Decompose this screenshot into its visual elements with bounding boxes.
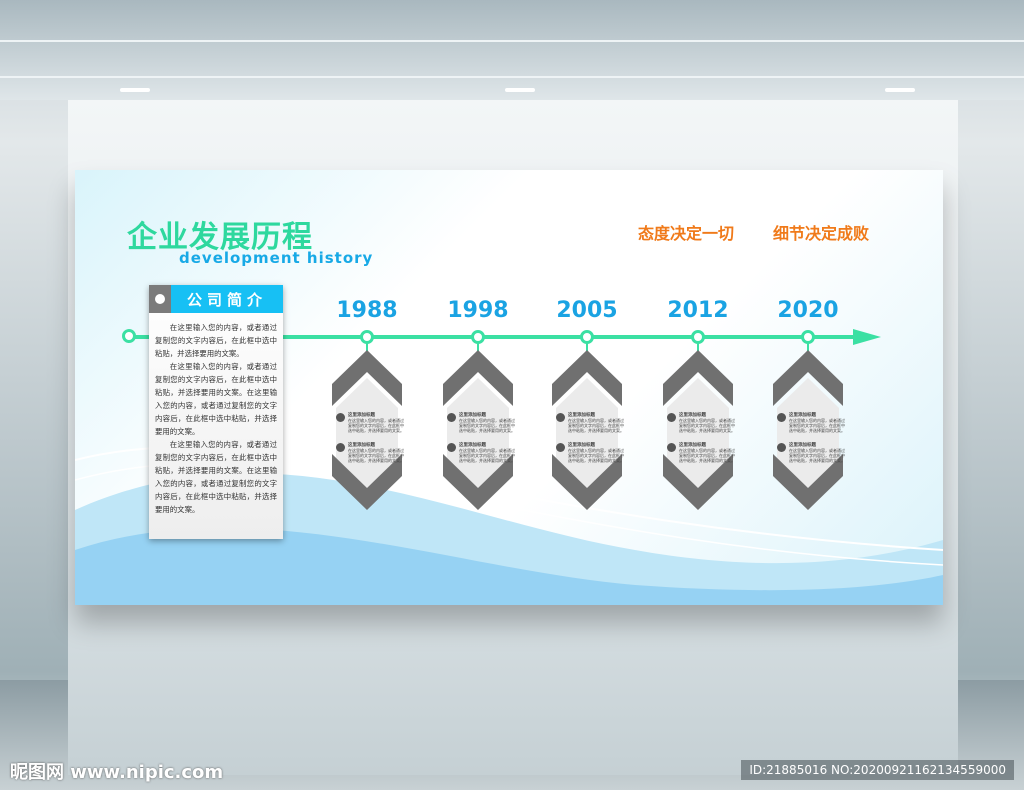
ceiling-line — [0, 76, 1024, 78]
timeline-node — [360, 330, 374, 344]
user-icon — [777, 413, 786, 422]
milestone-item: 这里添加标题 在这里输入您的内容，或者通过复制您的文字内容后，在此框中选中粘贴，并… — [667, 413, 737, 433]
ceiling-light — [505, 88, 535, 92]
milestone-item: 这里添加标题 在这里输入您的内容，或者通过复制您的文字内容后，在此框中选中粘贴，并… — [556, 413, 626, 433]
timeline-arrow-icon — [853, 329, 881, 345]
item-text: 在这里输入您的内容，或者通过复制您的文字内容后，在此框中选中粘贴，并选择要用的文… — [459, 448, 515, 463]
timeline-start — [122, 329, 136, 343]
milestone-item: 这里添加标题 在这里输入您的内容，或者通过复制您的文字内容后，在此框中选中粘贴，并… — [777, 413, 847, 433]
milestone-item: 这里添加标题 在这里输入您的内容，或者通过复制您的文字内容后，在此框中选中粘贴，并… — [336, 443, 406, 463]
milestone-item: 这里添加标题 在这里输入您的内容，或者通过复制您的文字内容后，在此框中选中粘贴，并… — [447, 413, 517, 433]
intro-paragraph: 在这里输入您的内容，或者通过复制您的文字内容后，在此框中选中粘贴，并选择要用的文… — [155, 440, 277, 514]
image-icon — [336, 443, 345, 452]
ceiling-line — [0, 40, 1024, 42]
slogan: 细节决定成败 — [773, 224, 870, 243]
item-text: 在这里输入您的内容，或者通过复制您的文字内容后，在此框中选中粘贴，并选择要用的文… — [789, 448, 845, 463]
image-icon — [447, 443, 456, 452]
intro-paragraph: 在这里输入您的内容，或者通过复制您的文字内容后，在此框中选中粘贴，并选择要用的文… — [155, 323, 277, 358]
intro-paragraph: 在这里输入您的内容，或者通过复制您的文字内容后，在此框中选中粘贴，并选择要用的文… — [155, 362, 277, 436]
item-text: 在这里输入您的内容，或者通过复制您的文字内容后，在此框中选中粘贴，并选择要用的文… — [459, 418, 515, 433]
user-icon — [556, 413, 565, 422]
item-text: 在这里输入您的内容，或者通过复制您的文字内容后，在此框中选中粘贴，并选择要用的文… — [679, 418, 735, 433]
image-icon — [556, 443, 565, 452]
user-icon — [447, 413, 456, 422]
ceiling-light — [120, 88, 150, 92]
milestone-year: 1998 — [447, 298, 509, 323]
milestone-year: 2020 — [777, 298, 839, 323]
item-text: 在这里输入您的内容，或者通过复制您的文字内容后，在此框中选中粘贴，并选择要用的文… — [568, 418, 624, 433]
milestone-year: 2005 — [556, 298, 618, 323]
item-text: 在这里输入您的内容，或者通过复制您的文字内容后，在此框中选中粘贴，并选择要用的文… — [348, 418, 404, 433]
timeline-node — [691, 330, 705, 344]
timeline-node — [801, 330, 815, 344]
item-text: 在这里输入您的内容，或者通过复制您的文字内容后，在此框中选中粘贴，并选择要用的文… — [348, 448, 404, 463]
milestone-item: 这里添加标题 在这里输入您的内容，或者通过复制您的文字内容后，在此框中选中粘贴，并… — [777, 443, 847, 463]
company-intro-card: 公司简介 在这里输入您的内容，或者通过复制您的文字内容后，在此框中选中粘贴，并选… — [149, 285, 283, 539]
milestone-year: 1988 — [336, 298, 398, 323]
intro-heading: 公司简介 — [171, 285, 283, 313]
milestone-year: 2012 — [667, 298, 729, 323]
milestone-item: 这里添加标题 在这里输入您的内容，或者通过复制您的文字内容后，在此框中选中粘贴，并… — [667, 443, 737, 463]
ceiling-light — [885, 88, 915, 92]
user-icon — [336, 413, 345, 422]
image-id: ID:21885016 NO:20200921162134559000 — [741, 760, 1014, 780]
ceiling — [0, 0, 1024, 100]
slogan: 态度决定一切 — [638, 224, 735, 243]
milestone-item: 这里添加标题 在这里输入您的内容，或者通过复制您的文字内容后，在此框中选中粘贴，并… — [447, 443, 517, 463]
image-icon — [777, 443, 786, 452]
item-text: 在这里输入您的内容，或者通过复制您的文字内容后，在此框中选中粘贴，并选择要用的文… — [679, 448, 735, 463]
watermark: 昵图网 www.nipic.com — [10, 762, 224, 783]
item-text: 在这里输入您的内容，或者通过复制您的文字内容后，在此框中选中粘贴，并选择要用的文… — [789, 418, 845, 433]
item-text: 在这里输入您的内容，或者通过复制您的文字内容后，在此框中选中粘贴，并选择要用的文… — [568, 448, 624, 463]
milestone-item: 这里添加标题 在这里输入您的内容，或者通过复制您的文字内容后，在此框中选中粘贴，并… — [556, 443, 626, 463]
timeline-node — [580, 330, 594, 344]
page-subtitle: development history — [179, 249, 374, 267]
timeline-node — [471, 330, 485, 344]
user-icon — [667, 413, 676, 422]
poster: 企业发展历程 development history 态度决定一切 细节决定成败… — [75, 170, 943, 605]
dot-icon — [149, 285, 171, 313]
image-icon — [667, 443, 676, 452]
milestone-item: 这里添加标题 在这里输入您的内容，或者通过复制您的文字内容后，在此框中选中粘贴，并… — [336, 413, 406, 433]
